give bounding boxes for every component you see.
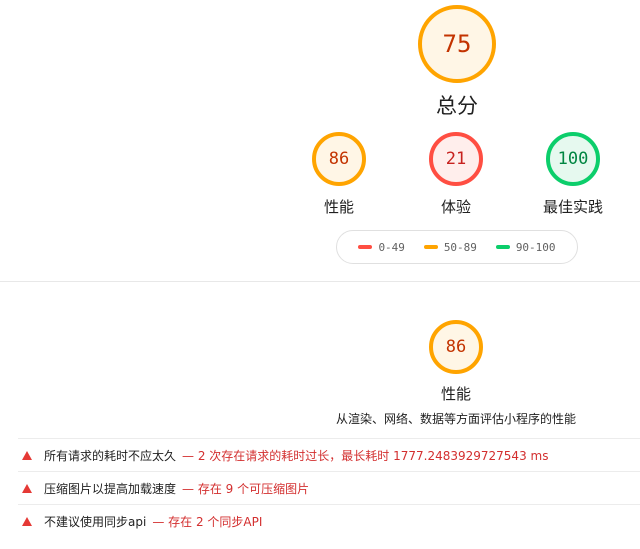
warning-triangle-icon — [22, 483, 32, 493]
best-practices-score-gauge[interactable]: 100 — [546, 132, 600, 186]
audit-item[interactable]: 压缩图片以提高加载速度 — 存在 9 个可压缩图片 — [18, 471, 640, 504]
overall-score-value: 75 — [442, 30, 472, 58]
legend-range-fail: 0-49 — [378, 240, 405, 254]
legend-swatch-red — [358, 245, 373, 249]
warning-triangle-icon — [22, 516, 32, 526]
audit-list: 所有请求的耗时不应太久 — 2 次存在请求的耗时过长，最长耗时 1777.248… — [18, 438, 640, 537]
audit-item[interactable]: 所有请求的耗时不应太久 — 2 次存在请求的耗时过长，最长耗时 1777.248… — [18, 438, 640, 471]
audit-title: 不建议使用同步api — [44, 514, 147, 529]
best-practices-label[interactable]: 最佳实践 — [528, 196, 618, 217]
audit-title: 压缩图片以提高加载速度 — [44, 481, 177, 496]
performance-label[interactable]: 性能 — [299, 196, 379, 217]
overall-score-gauge: 75 — [418, 5, 496, 83]
audit-detail: — 存在 9 个可压缩图片 — [182, 481, 310, 496]
legend-item-average: 50-89 — [423, 240, 477, 254]
section-title: 性能 — [440, 385, 471, 403]
legend-swatch-green — [495, 245, 510, 249]
experience-score-value: 21 — [445, 149, 467, 169]
legend-item-fail: 0-49 — [358, 241, 405, 254]
legend-swatch-orange — [423, 245, 438, 249]
legend-range-average: 50-89 — [443, 240, 477, 254]
warning-triangle-icon — [22, 450, 32, 460]
performance-score-value: 86 — [328, 149, 350, 169]
audit-detail: — 存在 2 个同步API — [152, 514, 263, 529]
section-subtitle: 从渲染、网络、数据等方面评估小程序的性能 — [335, 412, 576, 426]
section-divider — [0, 281, 640, 282]
overall-score-label: 总分 — [436, 94, 478, 118]
legend-range-pass: 90-100 — [515, 240, 556, 254]
audit-detail: — 2 次存在请求的耗时过长，最长耗时 1777.2483929727543 m… — [182, 448, 549, 463]
audit-title: 所有请求的耗时不应太久 — [44, 448, 177, 463]
experience-score-gauge[interactable]: 21 — [429, 132, 483, 186]
section-score-value: 86 — [445, 337, 467, 357]
performance-score-gauge[interactable]: 86 — [312, 132, 366, 186]
best-practices-score-value: 100 — [557, 149, 589, 169]
experience-label[interactable]: 体验 — [416, 196, 496, 217]
section-score-gauge: 86 — [429, 320, 483, 374]
score-legend: 0-49 50-89 90-100 — [336, 230, 578, 264]
audit-item[interactable]: 不建议使用同步api — 存在 2 个同步API — [18, 504, 640, 537]
legend-item-pass: 90-100 — [495, 240, 556, 254]
